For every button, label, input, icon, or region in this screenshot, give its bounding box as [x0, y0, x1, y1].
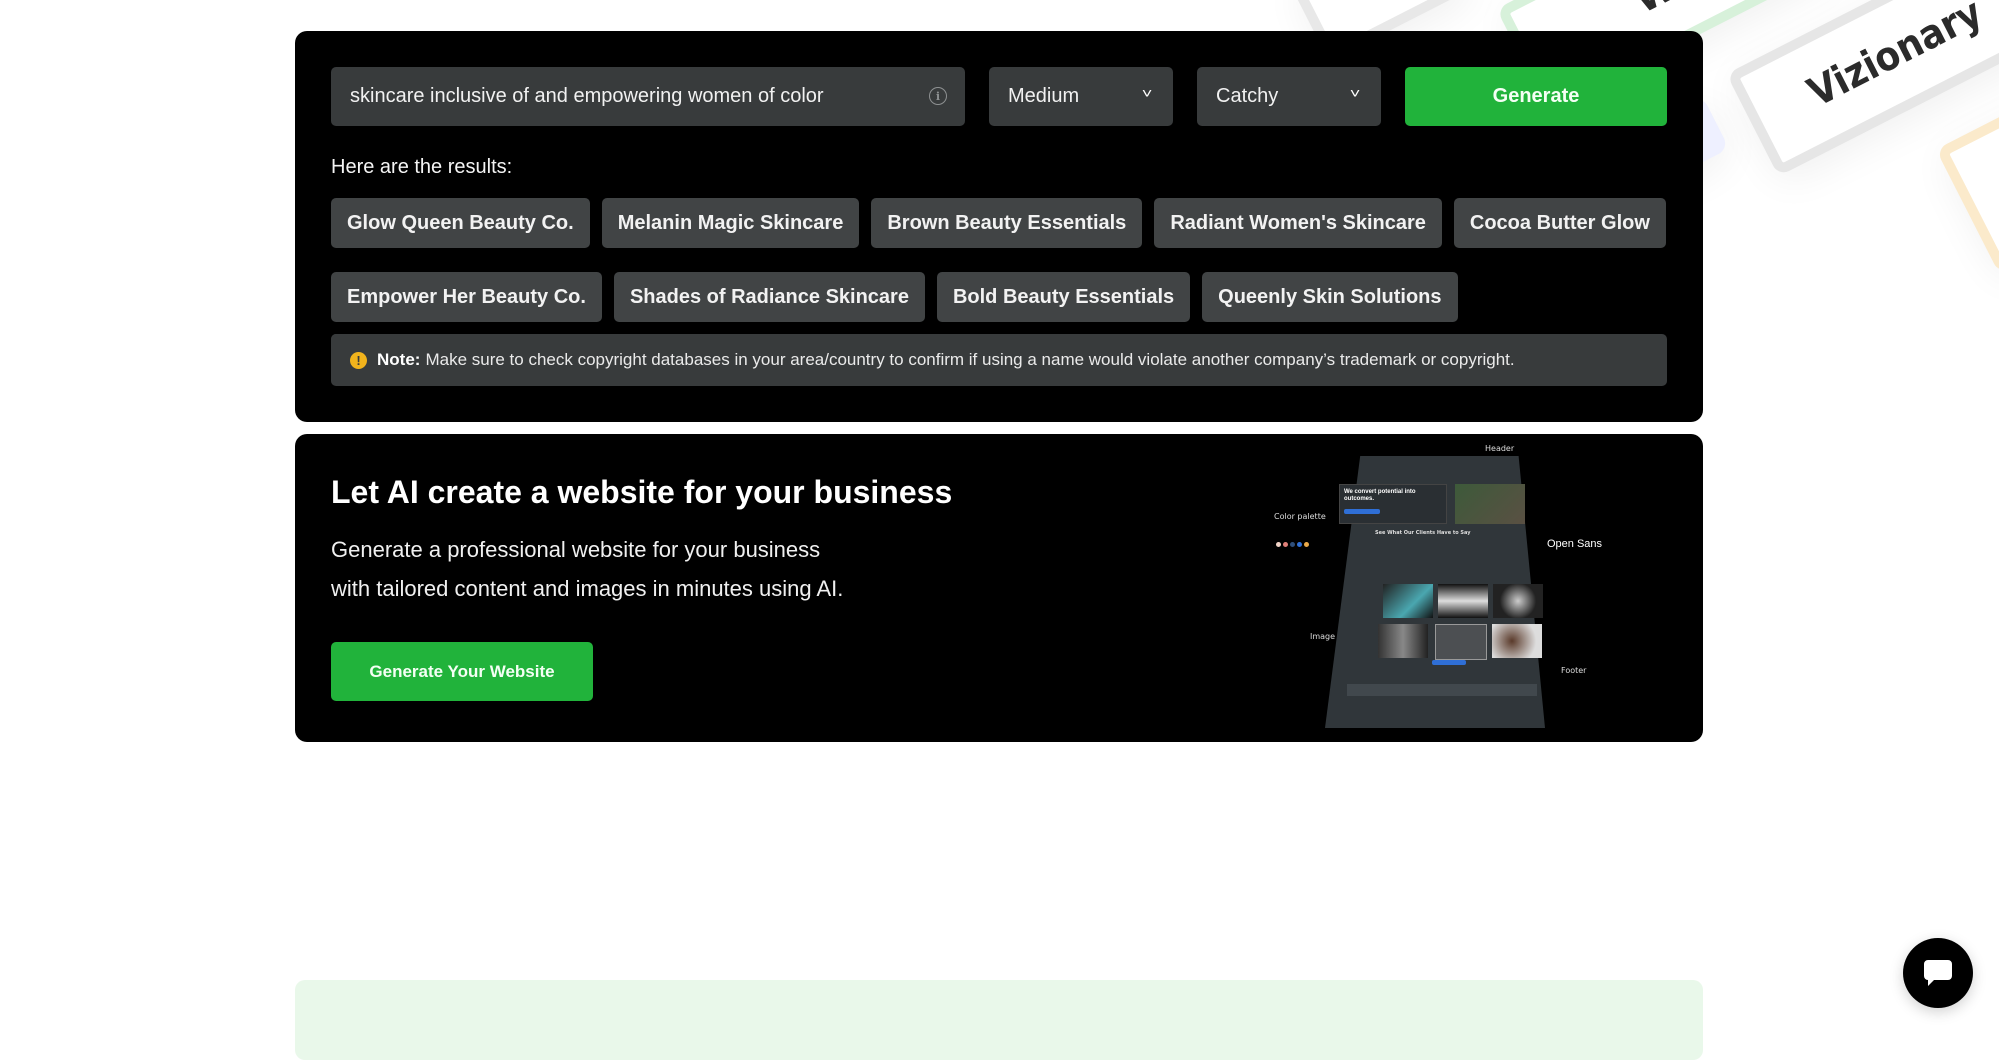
mockup-gallery-image: [1435, 624, 1487, 660]
mockup-hero-image: [1455, 484, 1525, 524]
business-description-input[interactable]: [331, 84, 912, 109]
bottom-section-panel: [295, 980, 1703, 1060]
result-chip[interactable]: Shades of Radiance Skincare: [613, 272, 925, 322]
business-description-field[interactable]: i: [331, 67, 965, 126]
decorative-name-tag: [1935, 85, 1999, 275]
note-label: Note:: [377, 350, 421, 369]
result-chip[interactable]: Radiant Women's Skincare: [1154, 198, 1442, 248]
mockup-cta-button: [1432, 660, 1466, 665]
mockup-hero-text: We convert potential into outcomes.: [1344, 489, 1416, 502]
ai-website-title: Let AI create a website for your busines…: [331, 474, 953, 510]
chevron-down-icon: ˅: [1349, 85, 1361, 101]
palette-swatch: [1276, 542, 1281, 547]
ai-website-card: Let AI create a website for your busines…: [295, 434, 1703, 742]
mockup-gallery-image: [1378, 624, 1428, 658]
result-chip[interactable]: Bold Beauty Essentials: [936, 272, 1191, 322]
mockup-footer: [1347, 684, 1537, 696]
palette-swatch: [1283, 542, 1288, 547]
palette-swatch: [1290, 542, 1295, 547]
ai-website-description: Generate a professional website for your…: [331, 530, 843, 608]
copyright-note: ! Note: Make sure to check copyright dat…: [331, 334, 1667, 386]
result-chip[interactable]: Melanin Magic Skincare: [601, 198, 860, 248]
generate-button[interactable]: Generate: [1405, 67, 1667, 126]
annotation-font: Open Sans: [1547, 538, 1603, 550]
decorative-name-tag: Vizionary: [1726, 0, 1999, 177]
decorative-tag-text: Vizionary: [1800, 0, 1990, 116]
mockup-gallery-image: [1492, 624, 1542, 658]
note-text: Make sure to check copyright databases i…: [425, 350, 1515, 369]
chevron-down-icon: ˅: [1141, 85, 1153, 101]
mockup-gallery-image: [1493, 584, 1543, 618]
annotation-color-palette: Color palette: [1274, 512, 1326, 521]
result-chip[interactable]: Glow Queen Beauty Co.: [331, 198, 590, 248]
generate-website-button[interactable]: Generate Your Website: [331, 642, 593, 701]
name-style-value: Catchy: [1216, 85, 1279, 107]
website-mockup-illustration: We convert potential into outcomes. See …: [1255, 434, 1655, 742]
mockup-hero-button: [1344, 509, 1380, 514]
result-chip[interactable]: Brown Beauty Essentials: [871, 198, 1143, 248]
results-label: Here are the results:: [331, 156, 513, 178]
result-chip[interactable]: Empower Her Beauty Co.: [331, 272, 602, 322]
chat-bubble-icon: [1924, 960, 1952, 986]
result-chip[interactable]: Queenly Skin Solutions: [1202, 272, 1458, 322]
warning-icon: !: [350, 351, 367, 369]
chat-button[interactable]: [1903, 938, 1973, 1008]
palette-swatch: [1304, 542, 1309, 547]
mockup-gallery-image: [1438, 584, 1488, 618]
mockup-section-heading: See What Our Clients Have to Say: [1375, 530, 1471, 536]
name-generator-card: i Medium ˅ Catchy ˅ Generate Here are th…: [295, 31, 1703, 422]
annotation-header: Header: [1485, 444, 1515, 453]
mockup-gallery-image: [1383, 584, 1433, 618]
info-icon[interactable]: i: [929, 87, 947, 105]
name-length-value: Medium: [1008, 85, 1080, 107]
annotation-image: Image: [1310, 632, 1336, 641]
decorative-tag-text: We: [1627, 0, 1704, 22]
description-line: with tailored content and images in minu…: [331, 576, 844, 601]
palette-swatch: [1297, 542, 1302, 547]
description-line: Generate a professional website for your…: [331, 537, 821, 562]
result-chip[interactable]: Cocoa Butter Glow: [1453, 198, 1666, 248]
name-style-select[interactable]: Catchy ˅: [1197, 67, 1381, 126]
name-length-select[interactable]: Medium ˅: [989, 67, 1173, 126]
annotation-footer: Footer: [1561, 666, 1587, 675]
